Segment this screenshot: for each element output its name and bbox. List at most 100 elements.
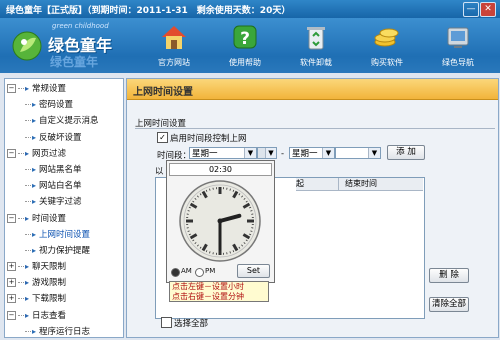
sidebar-item-label: 关键字过滤 <box>39 197 82 207</box>
settings-tree: −▸常规设置▸密码设置▸自定义提示消息▸反破坏设置−▸网页过滤▸网站黑名单▸网站… <box>4 78 124 338</box>
clock-tooltip: 点击左键－设置小时 点击右键－设置分钟 <box>169 281 269 302</box>
arrow-right-icon: ▸ <box>25 81 29 97</box>
tree-connector <box>25 331 31 332</box>
clear-all-button[interactable]: 清除全部 <box>429 297 469 312</box>
sidebar-item-label: 视力保护提醒 <box>39 246 90 256</box>
end-time-select[interactable]: ▼ <box>335 147 381 159</box>
sidebar-item-label: 常规设置 <box>32 84 66 94</box>
enable-time-control-checkbox[interactable]: ✓ <box>157 132 168 143</box>
arrow-right-icon: ▸ <box>25 259 29 275</box>
start-time-select[interactable]: ▼ <box>257 147 277 159</box>
recycle-bin-icon <box>301 22 331 52</box>
tree-connector <box>18 266 24 267</box>
analog-clock[interactable] <box>175 178 265 264</box>
sidebar-item-label: 程序运行日志 <box>39 327 90 337</box>
sidebar-item[interactable]: ▸网站黑名单 <box>7 162 99 178</box>
clock-center <box>218 219 223 224</box>
help-icon: ? <box>230 22 260 52</box>
sidebar-item[interactable]: −▸时间设置 <box>7 211 99 227</box>
chevron-down-icon[interactable]: ▼ <box>265 148 276 158</box>
sidebar-item-label: 网站白名单 <box>39 181 82 191</box>
sidebar-item[interactable]: ▸视力保护提醒 <box>7 243 99 259</box>
sidebar-item[interactable]: + ▸下载限制 <box>7 291 99 307</box>
expand-icon[interactable]: + <box>7 262 16 271</box>
arrow-right-icon: ▸ <box>32 162 36 178</box>
sidebar-item[interactable]: −▸日志查看 <box>7 308 99 324</box>
sidebar-item-label: 上网时间设置 <box>39 230 90 240</box>
tree-connector <box>18 218 24 219</box>
collapse-icon[interactable]: − <box>7 311 16 320</box>
expand-icon[interactable]: + <box>7 294 16 303</box>
chevron-down-icon[interactable]: ▼ <box>322 148 334 158</box>
end-day-select[interactable]: 星期一 ▼ <box>289 147 335 159</box>
tree-list: −▸常规设置▸密码设置▸自定义提示消息▸反破坏设置−▸网页过滤▸网站黑名单▸网站… <box>7 81 99 340</box>
toolbar-buy[interactable]: 购买软件 <box>357 22 417 68</box>
sidebar-item-label: 自定义提示消息 <box>39 116 99 126</box>
sidebar-item[interactable]: ▸网站白名单 <box>7 178 99 194</box>
toolbar-label: 使用帮助 <box>215 57 275 68</box>
coins-icon <box>372 22 402 52</box>
chevron-down-icon[interactable]: ▼ <box>244 148 256 158</box>
arrow-right-icon: ▸ <box>25 308 29 324</box>
group-divider <box>135 128 495 129</box>
enable-time-control-label: 启用时间段控制上网 <box>170 132 247 144</box>
set-button[interactable]: Set <box>237 264 270 278</box>
toolbar-official-site[interactable]: 官方网站 <box>144 22 204 68</box>
sidebar-item[interactable]: −▸网页过滤 <box>7 146 99 162</box>
delete-button[interactable]: 删 除 <box>429 268 469 283</box>
toolbar-help[interactable]: ? 使用帮助 <box>215 22 275 68</box>
arrow-right-icon: ▸ <box>32 324 36 340</box>
collapse-icon[interactable]: − <box>7 84 16 93</box>
start-day-select[interactable]: 星期一 ▼ <box>189 147 257 159</box>
home-icon <box>159 22 189 52</box>
sidebar-item-label: 网页过滤 <box>32 149 66 159</box>
toolbar-navigation[interactable]: 绿色导航 <box>428 22 488 68</box>
pm-radio[interactable] <box>195 268 204 277</box>
collapse-icon[interactable]: − <box>7 214 16 223</box>
sidebar-item[interactable]: + ▸聊天限制 <box>7 259 99 275</box>
minimize-button[interactable]: — <box>463 2 479 17</box>
leaf-logo-icon <box>12 30 42 62</box>
sidebar-item[interactable]: ▸密码设置 <box>7 97 99 113</box>
tooltip-line-1: 点击左键－设置小时 <box>172 282 268 292</box>
add-button[interactable]: 添 加 <box>387 145 425 160</box>
expand-icon[interactable]: + <box>7 278 16 287</box>
arrow-right-icon: ▸ <box>25 275 29 291</box>
arrow-right-icon: ▸ <box>32 227 36 243</box>
toolbar-uninstall[interactable]: 软件卸载 <box>286 22 346 68</box>
am-radio[interactable] <box>171 268 180 277</box>
sidebar-item[interactable]: +▸游戏限制 <box>7 275 99 291</box>
sidebar-item-label: 下载限制 <box>32 294 66 304</box>
select-all-checkbox[interactable] <box>161 317 172 328</box>
sidebar-item-label: 聊天限制 <box>32 262 66 272</box>
window-title: 绿色童年【正式版】（到期时间：2011-1-31 剩余使用天数：20天） <box>6 3 290 16</box>
arrow-right-icon: ▸ <box>32 130 36 146</box>
chevron-down-icon[interactable]: ▼ <box>368 148 380 158</box>
arrow-right-icon: ▸ <box>25 211 29 227</box>
col-end-header[interactable]: 结束时间 <box>339 178 423 191</box>
sidebar-item[interactable]: ▸上网时间设置 <box>7 227 99 243</box>
sidebar-item[interactable]: −▸常规设置 <box>7 81 99 97</box>
brand-en: green childhood <box>52 22 109 30</box>
tree-connector <box>25 201 31 202</box>
tree-connector <box>25 169 31 170</box>
close-button[interactable]: ✕ <box>480 2 496 17</box>
arrow-right-icon: ▸ <box>25 291 29 307</box>
tree-connector <box>18 153 24 154</box>
sidebar-item[interactable]: ▸反破坏设置 <box>7 130 99 146</box>
toolbar-label: 软件卸载 <box>286 57 346 68</box>
collapse-icon[interactable]: − <box>7 149 16 158</box>
time-picker-popup[interactable]: 02:30 AM PM Set <box>166 160 275 283</box>
sidebar-item-label: 密码设置 <box>39 100 73 110</box>
panel-header: 上网时间设置 <box>127 79 498 100</box>
arrow-right-icon: ▸ <box>32 97 36 113</box>
sidebar-item[interactable]: ▸自定义提示消息 <box>7 113 99 129</box>
sidebar-item[interactable]: ▸程序运行日志 <box>7 324 99 340</box>
tree-connector <box>18 298 24 299</box>
title-bar: 绿色童年【正式版】（到期时间：2011-1-31 剩余使用天数：20天） — ✕ <box>0 0 500 18</box>
sidebar-item[interactable]: ▸关键字过滤 <box>7 194 99 210</box>
tree-connector <box>25 250 31 251</box>
col-start-header[interactable]: 起 <box>296 178 339 191</box>
tree-connector <box>18 88 24 89</box>
toolbar-label: 绿色导航 <box>428 57 488 68</box>
